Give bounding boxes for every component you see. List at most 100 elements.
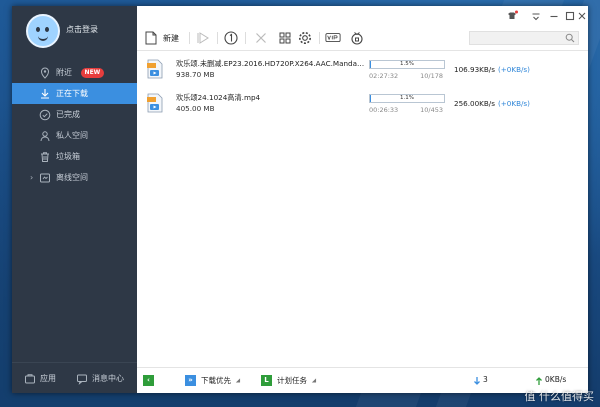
sidebar-item-nearby[interactable]: 附近 NEW <box>12 62 137 83</box>
delete-x-icon <box>256 33 266 43</box>
menu-icon[interactable] <box>529 9 543 23</box>
app-window: 点击登录 附近 NEW 正在下载 已完成 私人空间 垃圾箱 › 离线空间 应用 … <box>12 6 588 393</box>
new-badge: NEW <box>80 67 105 78</box>
gear-icon <box>299 32 311 44</box>
title-bar <box>137 6 588 26</box>
dropdown-caret-icon <box>235 377 243 385</box>
close-icon[interactable] <box>575 9 588 23</box>
download-row[interactable]: 欢乐颂24.1024高清.mp4 405.00 MB 1.1% 00:26:33… <box>137 87 588 121</box>
message-center-button[interactable]: 消息中心 <box>76 372 124 386</box>
grid-button[interactable] <box>277 30 293 46</box>
upload-rate: 0KB/s <box>535 375 567 385</box>
progress-bar: 1.1% <box>369 94 445 103</box>
progress-text: 1.5% <box>400 61 414 67</box>
scheduled-task-label: 计划任务 <box>277 376 307 385</box>
main-panel: 新建 欢乐颂.未删减.EP23.2016.HD720P.X264.AAC.Man… <box>137 6 588 393</box>
avatar-eye <box>45 27 49 32</box>
sidebar-item-private-space[interactable]: 私人空间 <box>12 125 137 146</box>
search-icon[interactable] <box>565 33 575 43</box>
file-name: 欢乐颂24.1024高清.mp4 <box>176 93 261 102</box>
download-priority-button[interactable]: » 下载优先 <box>185 375 243 387</box>
toolbar-divider <box>217 32 218 44</box>
sidebar-item-downloading[interactable]: 正在下载 <box>12 83 143 104</box>
accel-speed: (+0KB/s) <box>497 65 530 74</box>
message-center-label: 消息中心 <box>92 374 124 383</box>
apps-button[interactable]: 应用 <box>24 372 56 386</box>
download-speed: 256.00KB/s (+0KB/s) <box>454 99 530 108</box>
file-name: 欢乐颂.未删减.EP23.2016.HD720P.X264.AAC.Mandar… <box>176 59 366 68</box>
search-input[interactable] <box>469 31 579 45</box>
download-rate: 3 <box>473 375 488 385</box>
accel-speed: (+0KB/s) <box>497 99 530 108</box>
watermark: 值 什么值得买 <box>524 390 595 403</box>
download-list: 欢乐颂.未删减.EP23.2016.HD720P.X264.AAC.Mandar… <box>137 53 588 121</box>
login-link[interactable]: 点击登录 <box>66 24 98 35</box>
trash-icon <box>39 150 51 162</box>
skin-icon[interactable] <box>505 9 519 23</box>
settings-button[interactable] <box>297 30 313 46</box>
skin-center-button[interactable] <box>349 30 365 46</box>
sidebar-item-offline-space[interactable]: › 离线空间 <box>12 167 137 188</box>
toolbar-divider <box>319 32 320 44</box>
sidebar-item-label: 垃圾箱 <box>56 152 80 161</box>
new-task-button[interactable]: 新建 <box>143 30 185 46</box>
sidebar-item-label: 正在下载 <box>56 89 88 98</box>
piece-count: 10/178 <box>420 72 443 80</box>
sidebar-nav: 附近 NEW 正在下载 已完成 私人空间 垃圾箱 › 离线空间 <box>12 62 143 188</box>
minimize-icon[interactable] <box>547 9 561 23</box>
arrow-up-icon <box>536 377 542 385</box>
avatar-mouth <box>38 35 48 41</box>
shirt-badge-icon <box>351 32 363 45</box>
sidebar-item-label: 已完成 <box>56 110 80 119</box>
sidebar-footer: 应用 消息中心 <box>12 362 137 393</box>
piece-count: 10/453 <box>420 106 443 114</box>
sidebar-item-label: 离线空间 <box>56 173 88 182</box>
sidebar: 点击登录 附近 NEW 正在下载 已完成 私人空间 垃圾箱 › 离线空间 应用 … <box>12 6 143 393</box>
speed-limit-button[interactable] <box>223 30 239 46</box>
progress-bar: 1.5% <box>369 60 445 69</box>
vip-button[interactable] <box>325 30 343 46</box>
file-size: 938.70 MB <box>176 70 215 79</box>
apps-icon <box>25 374 35 384</box>
elapsed-time: 00:26:33 <box>369 106 399 114</box>
vip-icon <box>325 33 341 42</box>
elapsed-time: 02:27:32 <box>369 72 399 80</box>
play-icon <box>197 32 209 44</box>
download-row[interactable]: 欢乐颂.未删减.EP23.2016.HD720P.X264.AAC.Mandar… <box>137 53 588 87</box>
new-task-label: 新建 <box>163 34 179 43</box>
dropdown-caret-icon <box>311 377 319 385</box>
schedule-icon: L <box>261 375 272 386</box>
toolbar: 新建 <box>137 26 588 51</box>
avatar-eye <box>36 27 40 32</box>
delete-button[interactable] <box>253 30 269 46</box>
apps-label: 应用 <box>40 374 56 383</box>
video-file-icon <box>147 59 163 79</box>
number-one-circle-icon <box>224 31 238 45</box>
avatar[interactable] <box>26 14 60 48</box>
toolbar-divider <box>245 32 246 44</box>
status-bar: ‹ » 下载优先 L 计划任务 3 0KB/s <box>137 367 588 393</box>
video-file-icon <box>147 93 163 113</box>
priority-icon: » <box>185 375 196 386</box>
check-circle-icon <box>39 108 51 121</box>
person-icon <box>39 129 51 142</box>
start-button[interactable] <box>195 30 211 46</box>
new-file-icon <box>145 31 157 45</box>
sidebar-item-trash[interactable]: 垃圾箱 <box>12 146 137 167</box>
sidebar-item-label: 私人空间 <box>56 131 88 140</box>
location-icon <box>39 66 51 79</box>
cloud-icon <box>39 171 51 183</box>
upload-rate-value: 0KB/s <box>545 375 567 384</box>
sidebar-item-label: 附近 <box>56 68 72 77</box>
sidebar-item-completed[interactable]: 已完成 <box>12 104 137 125</box>
download-speed: 106.93KB/s (+0KB/s) <box>454 65 530 74</box>
download-priority-label: 下载优先 <box>201 376 231 385</box>
download-icon <box>39 87 51 99</box>
file-size: 405.00 MB <box>176 104 215 113</box>
message-icon <box>77 374 87 385</box>
arrow-down-icon <box>474 377 480 385</box>
chevron-right-icon[interactable]: › <box>30 167 33 188</box>
toolbar-divider <box>189 32 190 44</box>
scheduled-task-button[interactable]: L 计划任务 <box>261 375 319 387</box>
grid-icon <box>279 32 291 44</box>
